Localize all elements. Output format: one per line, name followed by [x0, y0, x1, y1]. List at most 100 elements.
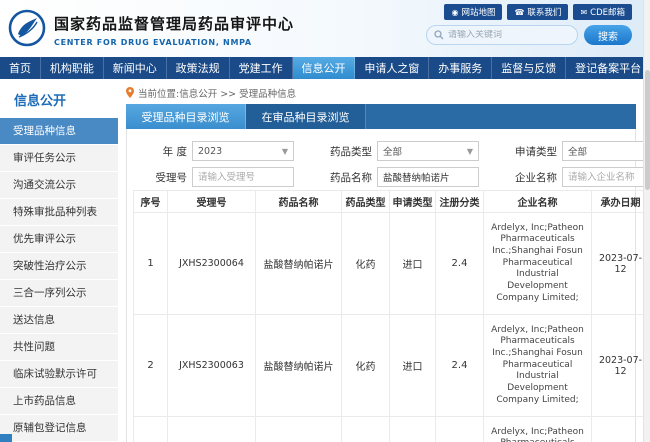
vertical-scrollbar[interactable]	[643, 0, 650, 442]
nav-item[interactable]: 信息公开	[293, 57, 356, 79]
sidebar-item[interactable]: 突破性治疗公示	[0, 253, 118, 280]
sidebar-item[interactable]: 特殊审批品种列表	[0, 199, 118, 226]
sidebar-item[interactable]: 送达信息	[0, 307, 118, 334]
cell-index: 1	[134, 213, 168, 315]
breadcrumb-text: 当前位置:信息公开 >> 受理品种信息	[138, 86, 296, 100]
site-subtitle: CENTER FOR DRUG EVALUATION, NMPA	[54, 38, 294, 47]
company-label: 企业名称	[503, 170, 557, 185]
sidebar-item[interactable]: 受理品种信息	[0, 118, 118, 145]
sidebar-item[interactable]: 原辅包登记信息	[0, 415, 118, 442]
search-input[interactable]	[448, 30, 570, 40]
company-input[interactable]	[562, 167, 650, 187]
nav-item[interactable]: 申请人之窗	[355, 57, 429, 79]
sidebar-item[interactable]: 三合一序列公示	[0, 280, 118, 307]
nav-item[interactable]: 登记备案平台	[566, 57, 650, 79]
cell-reg-class: 2.4	[436, 417, 484, 442]
acceptance-no-label: 受理号	[133, 170, 187, 185]
year-select-value: 2023	[198, 146, 222, 157]
cell-date: 2023-07-12	[592, 417, 650, 442]
nav-item[interactable]: 政策法规	[167, 57, 230, 79]
table-header-cell: 序号	[134, 191, 168, 213]
cell-company: Ardelyx, Inc;Patheon Pharmaceuticals Inc…	[484, 315, 592, 417]
quick-link-label: 联系我们	[527, 6, 561, 18]
year-select[interactable]: 2023 ▼	[192, 141, 294, 161]
drug-name-label: 药品名称	[318, 170, 372, 185]
quick-link-label: 网站地图	[461, 6, 495, 18]
table-row[interactable]: 1 JXHS2300064 盐酸替纳帕诺片 化药 进口 2.4 Ardelyx,…	[134, 213, 650, 315]
acceptance-no-input[interactable]	[192, 167, 294, 187]
sidebar-menu: 受理品种信息 审评任务公示 沟通交流公示 特殊审批品种列表 优先审评公示 突破性…	[0, 118, 118, 442]
drug-type-label: 药品类型	[318, 144, 372, 159]
cell-acceptance-no: JXHS2300063	[168, 315, 256, 417]
filter-and-table-panel: 年 度 2023 ▼ 药品类型 全部 ▼ 申请类型 全部	[126, 129, 636, 442]
nav-item[interactable]: 监督与反馈	[492, 57, 566, 79]
drug-type-select[interactable]: 全部 ▼	[377, 141, 479, 161]
drug-name-input[interactable]	[377, 167, 479, 187]
table-row[interactable]: 2 JXHS2300063 盐酸替纳帕诺片 化药 进口 2.4 Ardelyx,…	[134, 315, 650, 417]
quick-link[interactable]: ☎ 联系我们	[507, 4, 568, 20]
tab[interactable]: 受理品种目录浏览	[126, 104, 246, 129]
year-label: 年 度	[133, 144, 187, 159]
drug-type-select-value: 全部	[383, 144, 402, 158]
quick-link-label: CDE邮箱	[590, 6, 625, 18]
brand: 国家药品监督管理局药品审评中心 CENTER FOR DRUG EVALUATI…	[8, 0, 294, 57]
site-title: 国家药品监督管理局药品审评中心	[54, 13, 294, 34]
sidebar-item[interactable]: 审评任务公示	[0, 145, 118, 172]
cell-apply-type: 进口	[390, 213, 436, 315]
site-header: 国家药品监督管理局药品审评中心 CENTER FOR DRUG EVALUATI…	[0, 0, 650, 57]
table-header-cell: 受理号	[168, 191, 256, 213]
apply-type-label: 申请类型	[503, 144, 557, 159]
sidebar: 信息公开 受理品种信息 审评任务公示 沟通交流公示 特殊审批品种列表 优先审评公…	[0, 79, 118, 442]
cell-company: Ardelyx, Inc;Patheon Pharmaceuticals Inc…	[484, 213, 592, 315]
cell-drug-type: 化药	[342, 213, 390, 315]
cell-drug-name: 盐酸替纳帕诺片	[256, 213, 342, 315]
quick-link[interactable]: ✉ CDE邮箱	[573, 4, 632, 20]
cell-index: 2	[134, 315, 168, 417]
cell-drug-name: 盐酸替纳帕诺片	[256, 315, 342, 417]
cell-reg-class: 2.4	[436, 315, 484, 417]
apply-type-select[interactable]: 全部 ▼	[562, 141, 650, 161]
nav-item[interactable]: 新闻中心	[104, 57, 167, 79]
chevron-down-icon: ▼	[467, 147, 473, 156]
search-button[interactable]: 搜索	[584, 25, 632, 45]
sidebar-item[interactable]: 共性问题	[0, 334, 118, 361]
scrollbar-thumb[interactable]	[645, 70, 650, 190]
table-header-cell: 注册分类	[436, 191, 484, 213]
nmpa-logo-icon	[8, 9, 46, 51]
table-header-cell: 药品类型	[342, 191, 390, 213]
quick-link[interactable]: ◉ 网站地图	[444, 4, 502, 20]
cell-apply-type: 进口	[390, 417, 436, 442]
table-header-cell: 企业名称	[484, 191, 592, 213]
sidebar-item[interactable]: 上市药品信息	[0, 388, 118, 415]
quick-link-icon: ✉	[580, 8, 587, 17]
table-header-cell: 申请类型	[390, 191, 436, 213]
search-icon	[434, 30, 444, 40]
cell-date: 2023-07-12	[592, 213, 650, 315]
nav-item[interactable]: 办事服务	[429, 57, 492, 79]
location-pin-icon	[126, 87, 134, 98]
table-header-row: 序号 受理号 药品名称 药品类型 申请类型 注册分类 企业名称	[134, 191, 650, 213]
table-header-cell: 承办日期	[592, 191, 650, 213]
sidebar-item[interactable]: 临床试验默示许可	[0, 361, 118, 388]
nav-item[interactable]: 首页	[0, 57, 41, 79]
nav-item[interactable]: 机构职能	[41, 57, 104, 79]
cell-apply-type: 进口	[390, 315, 436, 417]
cell-drug-name: 盐酸替纳帕诺片	[256, 417, 342, 442]
cell-date: 2023-07-12	[592, 315, 650, 417]
quick-link-icon: ☎	[514, 8, 524, 17]
quick-link-icon: ◉	[451, 8, 458, 17]
sidebar-item[interactable]: 沟通交流公示	[0, 172, 118, 199]
results-table: 序号 受理号 药品名称 药品类型 申请类型 注册分类 企业名称	[133, 190, 650, 442]
nav-item[interactable]: 党建工作	[230, 57, 293, 79]
cell-drug-type: 化药	[342, 315, 390, 417]
sidebar-item[interactable]: 优先审评公示	[0, 226, 118, 253]
cell-drug-type: 化药	[342, 417, 390, 442]
breadcrumb: 当前位置:信息公开 >> 受理品种信息	[126, 84, 636, 101]
table-header-cell: 药品名称	[256, 191, 342, 213]
cell-acceptance-no: JXHS2300064	[168, 213, 256, 315]
table-row[interactable]: 3 JXHS2300062 盐酸替纳帕诺片 化药 进口 2.4 Ardelyx,…	[134, 417, 650, 442]
tab-bar: 受理品种目录浏览 在审品种目录浏览	[126, 104, 636, 129]
tab[interactable]: 在审品种目录浏览	[246, 104, 366, 129]
cell-company: Ardelyx, Inc;Patheon Pharmaceuticals Inc…	[484, 417, 592, 442]
table-body: 1 JXHS2300064 盐酸替纳帕诺片 化药 进口 2.4 Ardelyx,…	[134, 213, 650, 442]
